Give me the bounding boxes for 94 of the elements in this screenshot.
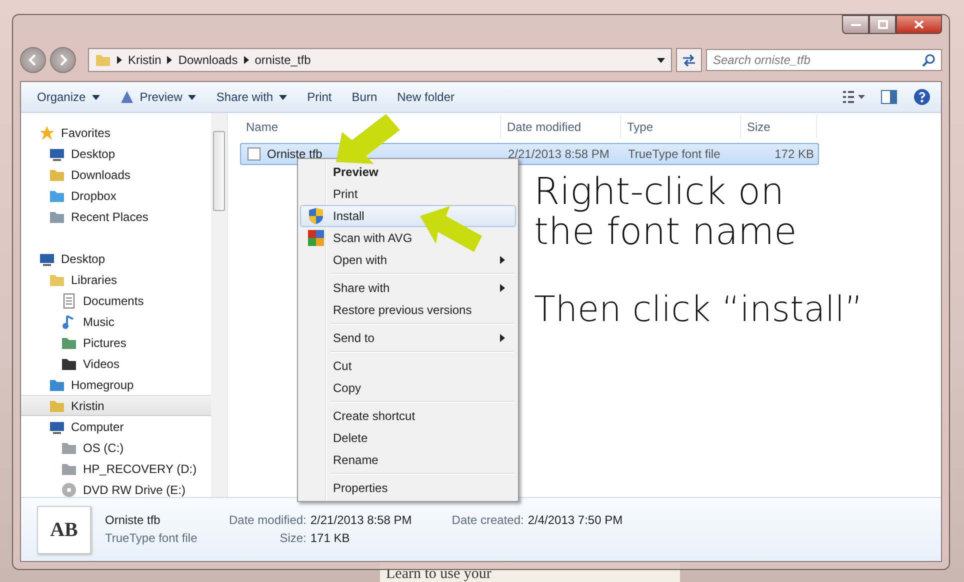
details-file-name: Orniste tfb [105,513,162,527]
forward-button[interactable] [50,47,76,73]
menu-item[interactable]: Copy [300,377,516,399]
close-button[interactable] [896,15,942,34]
details-file-type: TrueType font file [105,531,198,545]
menu-item[interactable]: Restore previous versions [300,299,516,321]
details-label: Date created: [452,513,524,527]
minimize-icon [850,22,860,26]
shield-icon [308,207,324,225]
submenu-arrow-icon [500,284,505,292]
navigation-item[interactable]: Downloads [21,164,211,185]
search-field[interactable]: Search orniste_tfb [706,49,942,71]
maximize-icon [878,20,888,29]
navigation-item[interactable]: Kristin [21,395,211,416]
navigation-item[interactable]: Pictures [21,332,211,353]
font-file-icon [247,147,261,161]
menu-item[interactable]: Open with [300,249,516,271]
menu-item[interactable]: Delete [300,427,516,449]
navigation-item[interactable]: Desktop [21,248,211,269]
refresh-icon [681,53,697,67]
submenu-arrow-icon [500,334,505,342]
navigation-item[interactable]: Videos [21,353,211,374]
document-icon [61,292,77,308]
disc-icon [61,482,77,498]
table-cell-text: 172 KB [774,147,815,161]
preview-pane-icon[interactable] [881,90,897,104]
menu-item[interactable]: Send to [300,327,516,349]
column-header[interactable]: Size [741,115,817,139]
navigation-item[interactable]: Documents [21,290,211,311]
help-icon[interactable] [913,88,931,106]
menu-item[interactable]: Print [300,183,516,205]
caret-icon [92,94,100,100]
star-icon [39,124,55,140]
toolbar-button[interactable]: Organize [29,86,108,108]
column-header[interactable]: Date modified [501,115,621,139]
navigation-item[interactable]: Favorites [21,122,211,143]
minimize-button[interactable] [842,15,869,34]
arrow-drawing [420,206,482,254]
navigation-item[interactable]: DVD RW Drive (E:) [21,479,211,500]
breadcrumb[interactable]: Downloads [178,53,238,67]
search-icon[interactable] [922,54,935,67]
toolbar-button[interactable]: Burn [344,86,386,108]
annotation-text: Then click “install” [534,290,864,330]
details-label: Date modified: [229,513,306,527]
folder-icon [95,53,111,67]
toolbar-button[interactable]: Share with [208,86,296,108]
toolbar-button[interactable]: New folder [389,86,462,108]
menu-item[interactable]: Rename [300,449,516,471]
details-value: 171 KB [310,531,351,545]
scrollbar[interactable] [211,113,227,497]
caret-icon [188,94,196,100]
menu-item[interactable]: Install [300,205,516,227]
menu-item[interactable]: Create shortcut [300,405,516,427]
navigation-item[interactable]: Homegroup [21,374,211,395]
breadcrumb[interactable]: orniste_tfb [254,53,311,67]
table-cell-text: 2/21/2013 8:58 PM [507,147,610,161]
navigation-item[interactable]: Libraries [21,269,211,290]
dropdown-caret-icon [657,58,665,62]
refresh-button[interactable] [676,48,702,72]
chevron-icon [117,56,122,64]
navigation-item[interactable]: HP_RECOVERY (D:) [21,458,211,479]
font-thumbnail: AB [37,506,91,554]
table-cell-text: TrueType font file [627,147,722,161]
background-caption: Learn to use your [386,566,492,582]
navigation-item[interactable]: Music [21,311,211,332]
menu-item[interactable]: Cut [300,355,516,377]
column-header[interactable]: Type [621,115,741,139]
toolbar-button[interactable]: Preview [112,86,204,108]
caret-icon [279,94,288,100]
toolbar-button[interactable]: Print [299,86,340,108]
details-label: Size: [278,531,306,545]
address-bar[interactable]: Kristin Downloads orniste_tfb [88,48,672,72]
menu-item[interactable]: Share with [300,277,516,299]
preview-icon [120,90,134,104]
submenu-arrow-icon [500,256,505,264]
close-icon [914,20,924,29]
back-button[interactable] [20,47,46,73]
maximize-button[interactable] [869,15,896,34]
chevron-icon [167,56,172,64]
menu-item[interactable]: Scan with AVG [300,227,516,249]
file-name: Orniste tfb [267,147,322,161]
navigation-item[interactable]: Dropbox [21,185,211,206]
squares-icon [308,230,324,246]
annotation-text: Right-click on the font name [534,172,798,252]
menu-item[interactable]: Properties [300,477,516,499]
navigation-item[interactable]: Desktop [21,143,211,164]
view-options-icon[interactable] [843,90,865,104]
details-value: 2/21/2013 8:58 PM [310,513,413,527]
navigation-item[interactable]: Computer [21,416,211,437]
chevron-icon [244,56,249,64]
details-value: 2/4/2013 7:50 PM [528,513,624,527]
navigation-item[interactable]: Recent Places [21,206,211,227]
navigation-item[interactable]: OS (C:) [21,437,211,458]
breadcrumb[interactable]: Kristin [128,53,162,67]
